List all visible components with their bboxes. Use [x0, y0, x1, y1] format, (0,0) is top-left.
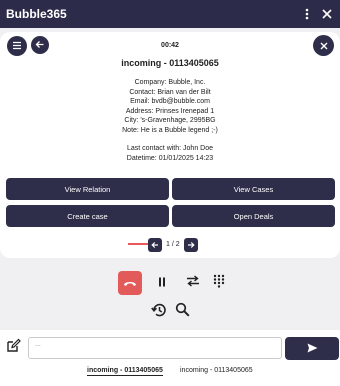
info-company: Company: Bubble, Inc.	[134, 79, 206, 86]
view-relation-button[interactable]: View Relation	[6, 178, 169, 200]
dots-vertical-icon[interactable]	[300, 7, 314, 21]
contact-info: Company: Bubble, Inc. Contact: Brian van…	[0, 78, 340, 163]
transfer-button[interactable]	[185, 275, 201, 291]
edit-icon	[6, 338, 21, 358]
edit-button[interactable]	[5, 338, 21, 358]
dialpad-button[interactable]	[211, 274, 227, 293]
search-icon	[175, 302, 190, 322]
info-address: Address: Prinses Irenepad 1	[125, 107, 215, 115]
send-button[interactable]	[285, 337, 339, 360]
info-email: Email: bvdb@bubble.com	[130, 98, 210, 105]
pager: 1 / 2	[148, 237, 198, 252]
hangup-icon	[123, 274, 137, 292]
hangup-button[interactable]	[118, 271, 142, 295]
history-icon	[151, 302, 167, 323]
pause-button[interactable]	[154, 275, 170, 291]
search-button[interactable]	[174, 302, 190, 322]
page-indicator: 1 / 2	[166, 241, 180, 248]
last-contact-datetime: Datetime: 01/01/2025 14:23	[126, 154, 214, 162]
app-title: Bubble365	[6, 7, 67, 21]
last-contact: Last contact with: John Doe	[127, 145, 213, 152]
dialpad-icon	[213, 274, 225, 293]
history-button[interactable]	[151, 302, 167, 323]
pause-icon	[158, 274, 166, 292]
message-input[interactable]: ...	[28, 337, 282, 359]
view-cases-button[interactable]: View Cases	[172, 178, 335, 200]
info-city: City: 's-Gravenhage, 2995BG	[124, 117, 216, 124]
arrow-right-icon	[187, 241, 195, 248]
open-deals-button[interactable]: Open Deals	[172, 205, 335, 227]
send-icon	[307, 340, 318, 358]
prev-page-button[interactable]	[148, 237, 162, 252]
create-case-button[interactable]: Create case	[6, 205, 169, 227]
tab-call-2[interactable]: incoming - 0113405065	[180, 367, 253, 374]
transfer-icon	[186, 274, 200, 292]
call-title: incoming - 0113405065	[121, 58, 219, 68]
info-note: Note: He is a Bubble legend ;-)	[122, 126, 218, 134]
tab-call-1[interactable]: incoming - 0113405065	[87, 367, 163, 376]
next-page-button[interactable]	[183, 237, 198, 252]
title-bar: Bubble365	[0, 0, 340, 28]
call-timer: 00:42	[161, 42, 179, 49]
arrow-left-icon	[151, 241, 158, 248]
info-contact: Contact: Brian van der Bilt	[129, 88, 211, 96]
close-icon[interactable]	[320, 7, 334, 21]
